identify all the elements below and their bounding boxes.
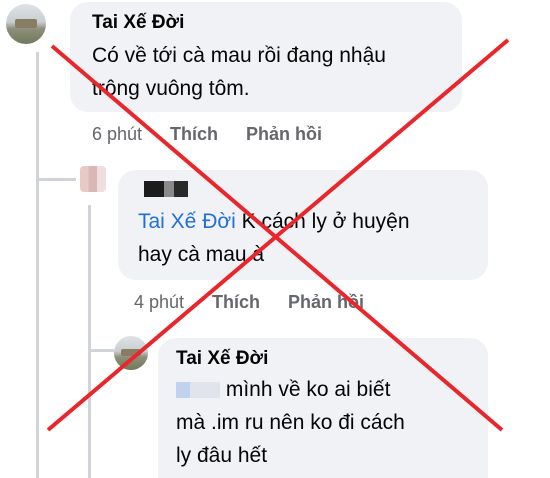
thread-line-reply-vertical — [88, 205, 91, 478]
comment-author[interactable]: Tai Xế Đời — [176, 348, 474, 370]
reply-button[interactable]: Phản hồi — [246, 124, 322, 145]
comment-time[interactable]: 4 phút — [134, 292, 184, 313]
mention-link[interactable]: Tai Xế Đời — [138, 210, 236, 233]
avatar[interactable] — [6, 4, 46, 44]
redacted-author-name[interactable] — [144, 180, 474, 198]
like-button[interactable]: Thích — [212, 292, 260, 313]
comment-text: mình về ko ai biết — [176, 374, 474, 405]
comment-author[interactable]: Tai Xế Đời — [92, 12, 448, 34]
comment-text: hay cà mau à — [138, 243, 265, 266]
comment-bubble: Tai Xế Đời K cách ly ở huyện hay cà mau … — [118, 170, 488, 280]
avatar[interactable] — [114, 336, 148, 370]
thread-line-branch-2 — [88, 349, 114, 352]
comment-text: trông vuông tôm. — [92, 77, 250, 100]
avatar[interactable] — [80, 166, 106, 192]
comment-text: ly đâu hết — [176, 444, 268, 467]
redacted-mention[interactable] — [176, 378, 220, 401]
comment-text: mà .im ru nên ko đi cách — [176, 411, 405, 434]
thread-line-main — [36, 52, 39, 478]
comment-text: Có về tới cà mau rồi đang nhậu — [92, 44, 386, 67]
comment-actions: 4 phút Thích Phản hồi — [134, 292, 364, 313]
comment-actions: 6 phút Thích Phản hồi — [92, 124, 322, 145]
comment-bubble: Tai Xế Đời Có về tới cà mau rồi đang nhậ… — [70, 2, 462, 112]
comment-text: Tai Xế Đời K cách ly ở huyện — [138, 210, 410, 233]
comment-bubble: Tai Xế Đời mình về ko ai biết mà .im ru … — [158, 338, 488, 478]
reply-button[interactable]: Phản hồi — [288, 292, 364, 313]
thread-line-branch-1 — [36, 178, 76, 181]
like-button[interactable]: Thích — [170, 124, 218, 145]
comment-time[interactable]: 6 phút — [92, 124, 142, 145]
